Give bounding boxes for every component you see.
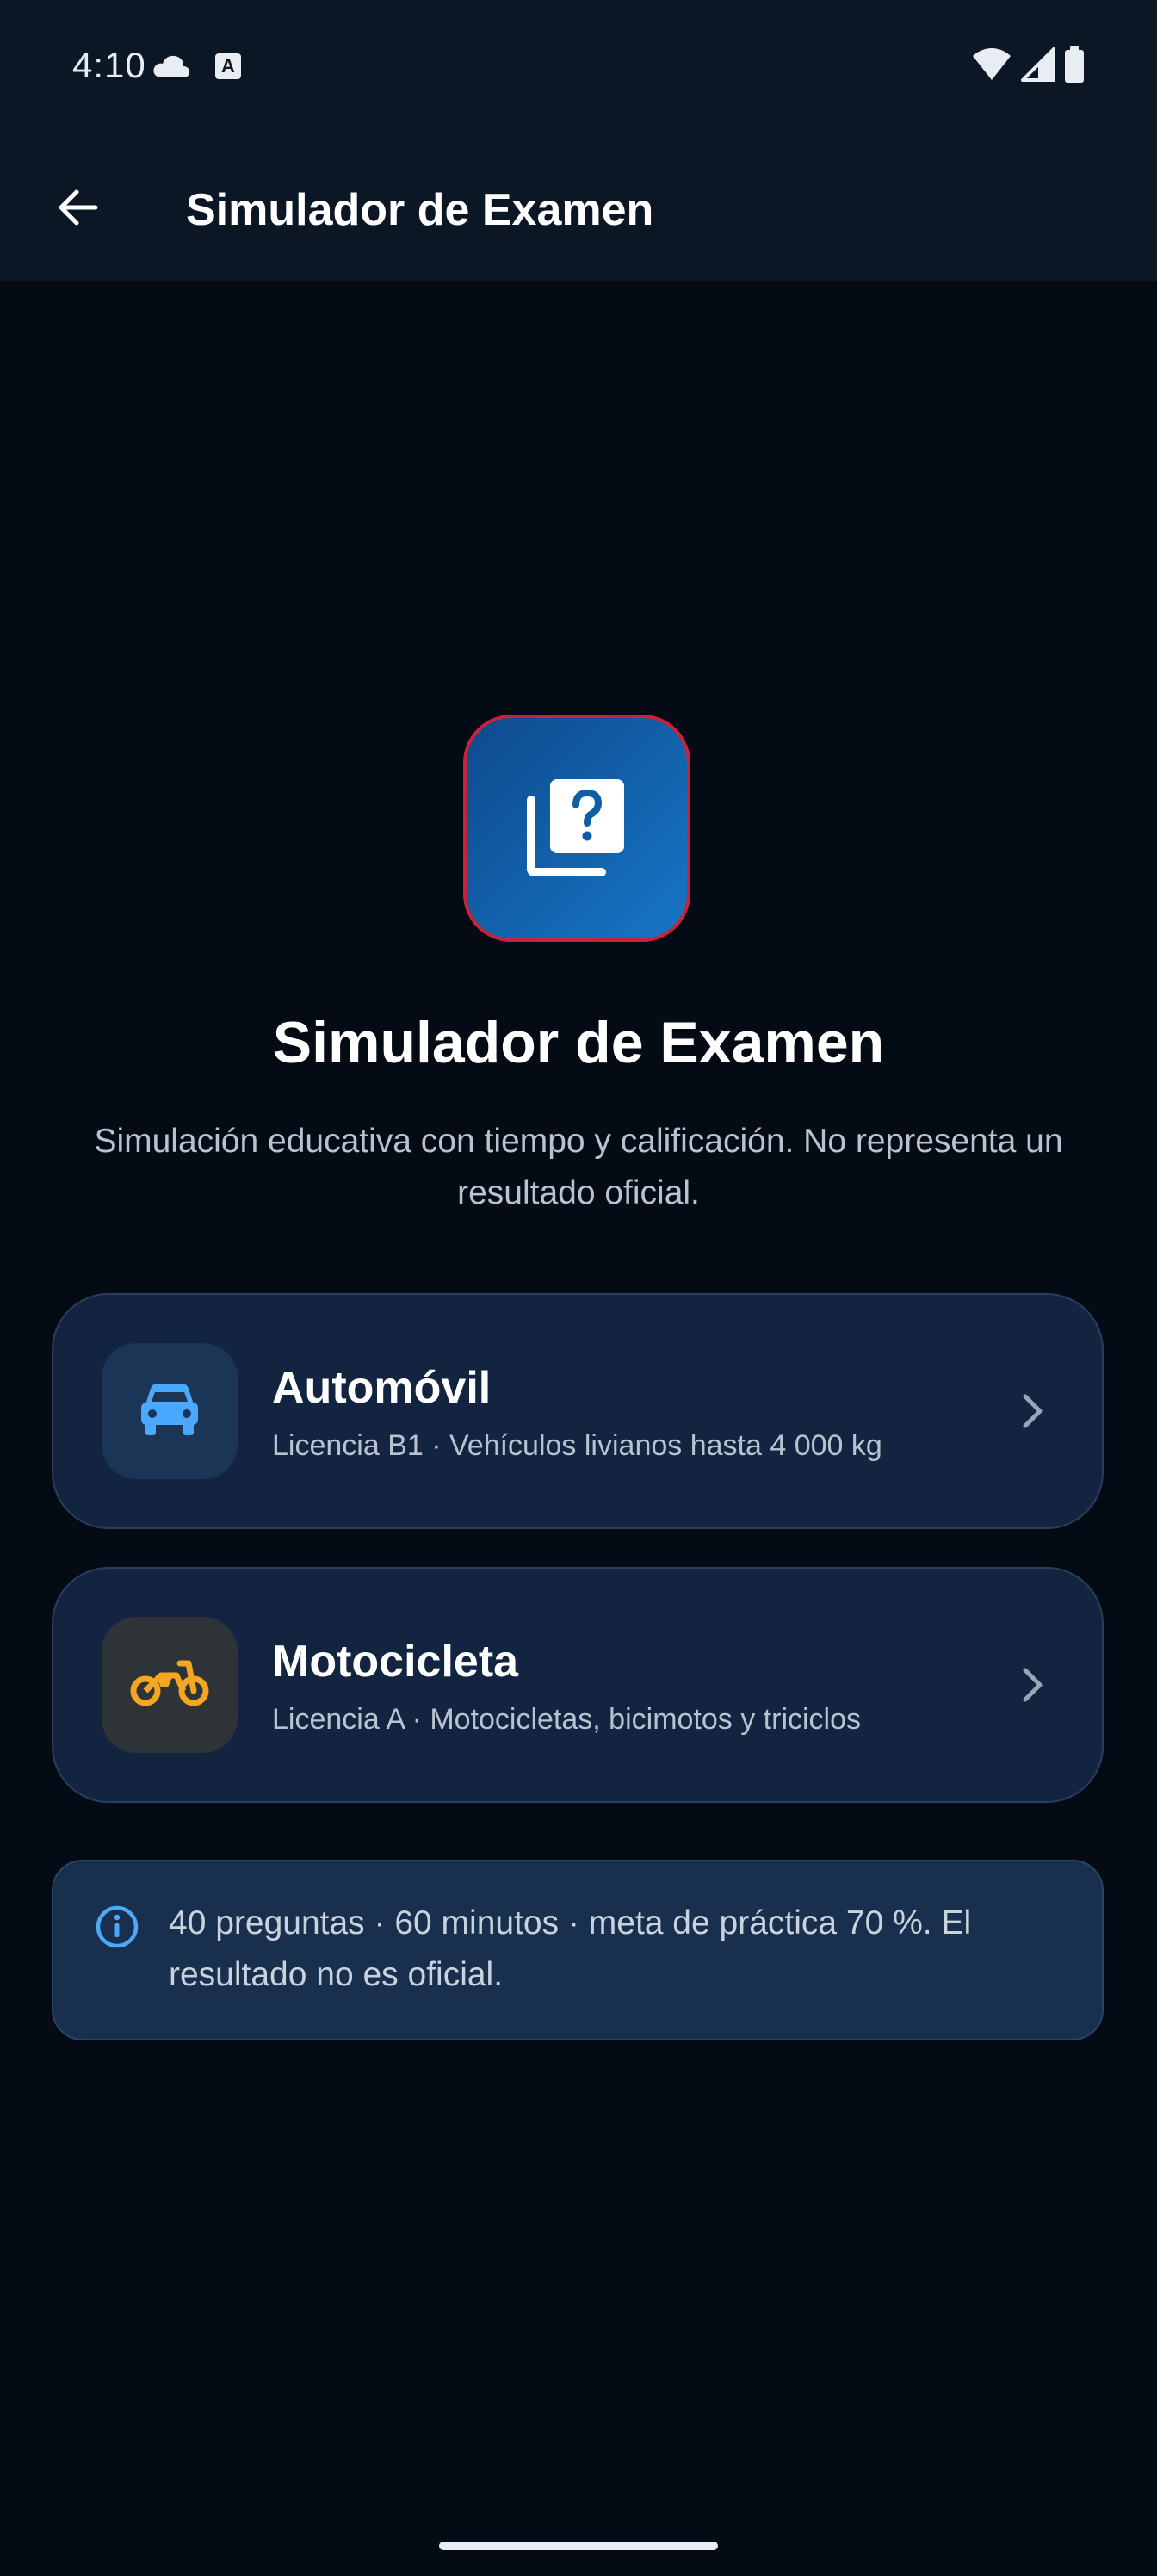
card-icon-box bbox=[102, 1343, 238, 1479]
card-description: Licencia B1 · Vehículos livianos hasta 4… bbox=[272, 1429, 882, 1462]
hero-quiz-badge bbox=[463, 715, 690, 942]
card-description: Licencia A · Motocicletas, bicimotos y t… bbox=[272, 1703, 862, 1736]
signal-icon bbox=[1021, 47, 1055, 86]
status-icons bbox=[971, 46, 1085, 87]
option-card-automovil[interactable]: Automóvil Licencia B1 · Vehículos livian… bbox=[52, 1293, 1104, 1529]
quiz-icon bbox=[526, 776, 628, 882]
motorcycle-icon bbox=[130, 1658, 209, 1712]
battery-icon bbox=[1064, 46, 1085, 87]
screen: 4:10 A Simulador de Examen Simulador de … bbox=[0, 0, 1157, 2576]
chevron-right-icon bbox=[1004, 1383, 1061, 1440]
chevron-right-icon bbox=[1004, 1656, 1061, 1713]
home-indicator[interactable] bbox=[439, 2542, 718, 2550]
info-banner: 40 preguntas · 60 minutos · meta de prác… bbox=[52, 1860, 1104, 2040]
card-title: Automóvil bbox=[272, 1363, 492, 1413]
cloud-icon bbox=[152, 53, 191, 84]
app-bar: Simulador de Examen bbox=[0, 138, 1157, 281]
status-bar: 4:10 A bbox=[0, 0, 1157, 138]
card-title: Motocicleta bbox=[272, 1637, 519, 1687]
wifi-icon bbox=[971, 47, 1012, 86]
hero-title: Simulador de Examen bbox=[272, 1010, 885, 1075]
car-icon bbox=[139, 1382, 201, 1441]
hero-subtitle: Simulación educativa con tiempo y califi… bbox=[94, 1123, 1063, 1211]
arrow-back-icon bbox=[54, 185, 99, 234]
app-bar-title: Simulador de Examen bbox=[186, 185, 654, 235]
card-icon-box bbox=[102, 1617, 238, 1753]
back-button[interactable] bbox=[38, 170, 115, 248]
info-icon bbox=[95, 1904, 139, 1954]
info-text: 40 preguntas · 60 minutos · meta de prác… bbox=[169, 1904, 972, 1993]
font-a-icon: A bbox=[215, 53, 241, 79]
option-card-motocicleta[interactable]: Motocicleta Licencia A · Motocicletas, b… bbox=[52, 1567, 1104, 1803]
status-time: 4:10 bbox=[72, 45, 146, 85]
